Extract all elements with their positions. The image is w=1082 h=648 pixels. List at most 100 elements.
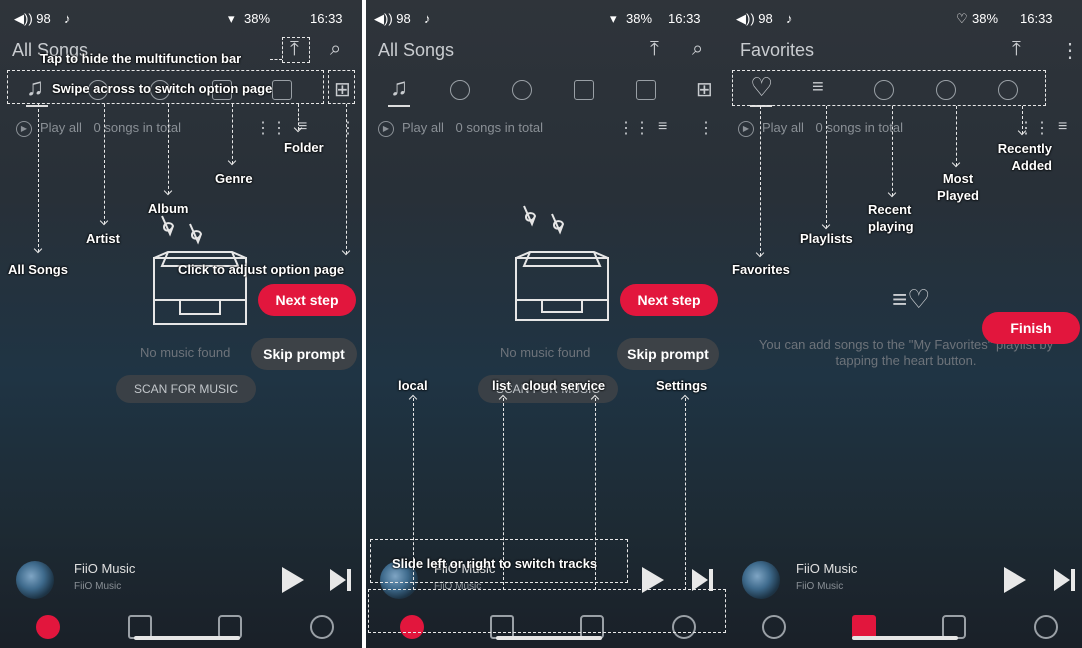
grid-icon[interactable]: ⊞ [696,77,713,102]
annotation-local: local [398,378,428,393]
home-indicator [496,636,602,640]
annotation-most-played: Most Played [937,171,979,203]
bottom-nav [728,605,1082,648]
next-track-icon[interactable] [692,569,714,591]
annotation-arrow-down [99,216,109,226]
play-circle-icon: ▶ [378,120,394,137]
nav-profile-icon[interactable] [310,615,334,639]
skip-prompt-button[interactable]: Skip prompt [251,338,357,370]
play-all-row[interactable]: ▶ Play all 0 songs in total [378,120,543,137]
more-icon[interactable]: ⋮ [340,118,356,138]
folder-tab-icon[interactable] [636,80,656,100]
status-bar: ◀)) 98 ♪ ♡ 38% 16:33 [728,0,1082,34]
play-all-label: Play all [762,120,804,135]
annotation-tab-bar-outline [732,70,1046,106]
next-step-button[interactable]: Next step [258,284,356,316]
time: 16:33 [310,11,343,26]
nav-music-icon[interactable] [762,615,786,639]
time: 16:33 [1020,11,1053,26]
annotation-line-artist [104,104,105,224]
music-note-left-icon [161,215,175,237]
annotation-arrow-down [163,186,173,196]
annotation-playlists: Playlists [800,231,853,246]
favorites-empty-icon: ≡♡ [892,284,931,314]
finish-button[interactable]: Finish [982,312,1080,344]
songs-tab-icon[interactable]: ♫ [390,74,408,102]
annotation-collapse-outline [282,37,310,63]
songs-count: 0 songs in total [815,120,903,135]
page-title: All Songs [378,40,455,60]
mini-player[interactable]: FiiO Music FiiO Music [728,555,1082,605]
annotation-adjust: Click to adjust option page [178,262,345,277]
music-note-icon: ♪ [64,11,71,26]
annotation-all-songs: All Songs [8,262,68,277]
music-note-icon: ♪ [424,11,431,26]
nav-profile-icon[interactable] [1034,615,1058,639]
grid-view-icon[interactable]: ⋮⋮ [618,118,650,138]
annotation-settings: Settings [656,378,708,393]
volume-indicator: ◀)) 98 [736,11,773,26]
annotation-line-favorites [760,106,761,256]
play-circle-icon: ▶ [16,120,32,137]
active-tab-underline [388,105,410,107]
screen-navigation-tips: ◀)) 98 ♪ ▾ 38% 16:33 All Songs ⤒ ⌕ ♫ ⊞ ▶… [366,0,728,648]
search-icon[interactable]: ⌕ [330,38,341,61]
annotation-hide-bar: Tap to hide the multifunction bar [40,51,242,66]
annotation-folder: Folder [284,140,324,155]
track-artist: FiiO Music [796,581,844,592]
annotation-list: list [492,378,511,393]
album-art [16,561,54,599]
genre-tab-icon[interactable] [574,80,594,100]
play-button-icon[interactable] [1004,567,1026,593]
collapse-bar-icon[interactable]: ⤒ [1012,38,1021,61]
play-button-icon[interactable] [282,567,304,593]
track-title: FiiO Music [74,561,136,576]
multi-select-icon[interactable]: ≡ [1058,118,1067,136]
annotation-line-genre [232,104,233,164]
mini-player[interactable]: FiiO Music FiiO Music [0,555,362,605]
empty-message: No music found [140,345,231,360]
active-tab-underline [26,105,48,107]
album-art [742,561,780,599]
annotation-arrow-down [33,244,43,254]
play-all-row[interactable]: ▶ Play all 0 songs in total [16,120,181,137]
next-track-icon[interactable] [330,569,352,591]
music-note-right-icon [189,223,203,245]
next-step-button[interactable]: Next step [620,284,718,316]
more-icon[interactable]: ⋮ [698,118,714,138]
track-title: FiiO Music [796,561,858,576]
play-circle-icon: ▶ [738,120,754,137]
skip-prompt-button[interactable]: Skip prompt [617,338,719,370]
search-icon[interactable]: ⌕ [692,38,703,61]
time: 16:33 [668,11,701,26]
volume-indicator: ◀)) 98 [14,11,51,26]
home-indicator [852,636,958,640]
track-artist: FiiO Music [74,581,122,592]
heart-outline-icon: ♡ [956,11,968,26]
more-icon[interactable]: ⋮ [1060,38,1080,63]
nav-music-icon[interactable] [36,615,60,639]
annotation-line-cloud [595,398,596,590]
empty-box-illustration [515,205,609,321]
annotation-grid-outline [328,70,355,104]
next-track-icon[interactable] [1054,569,1076,591]
collapse-bar-icon[interactable]: ⤒ [650,38,659,61]
annotation-line-list [503,398,504,590]
play-all-row[interactable]: ▶ Play all 0 songs in total [738,120,903,137]
annotation-line-album [168,104,169,194]
play-all-label: Play all [402,120,444,135]
artist-tab-icon[interactable] [450,80,470,100]
annotation-cloud: cloud service [522,378,606,393]
annotation-favorites: Favorites [732,262,790,277]
status-bar: ◀)) 98 ♪ ▾ 38% 16:33 [0,0,362,34]
play-all-label: Play all [40,120,82,135]
scan-for-music-button[interactable]: SCAN FOR MUSIC [116,375,256,403]
album-tab-icon[interactable] [512,80,532,100]
annotation-artist: Artist [86,231,120,246]
annotation-line-adjust [346,104,347,254]
annotation-album: Album [148,201,189,216]
empty-message: No music found [500,345,591,360]
grid-view-icon[interactable]: ⋮⋮ [255,118,287,138]
annotation-line-local [413,398,414,590]
multi-select-icon[interactable]: ≡ [658,118,667,136]
